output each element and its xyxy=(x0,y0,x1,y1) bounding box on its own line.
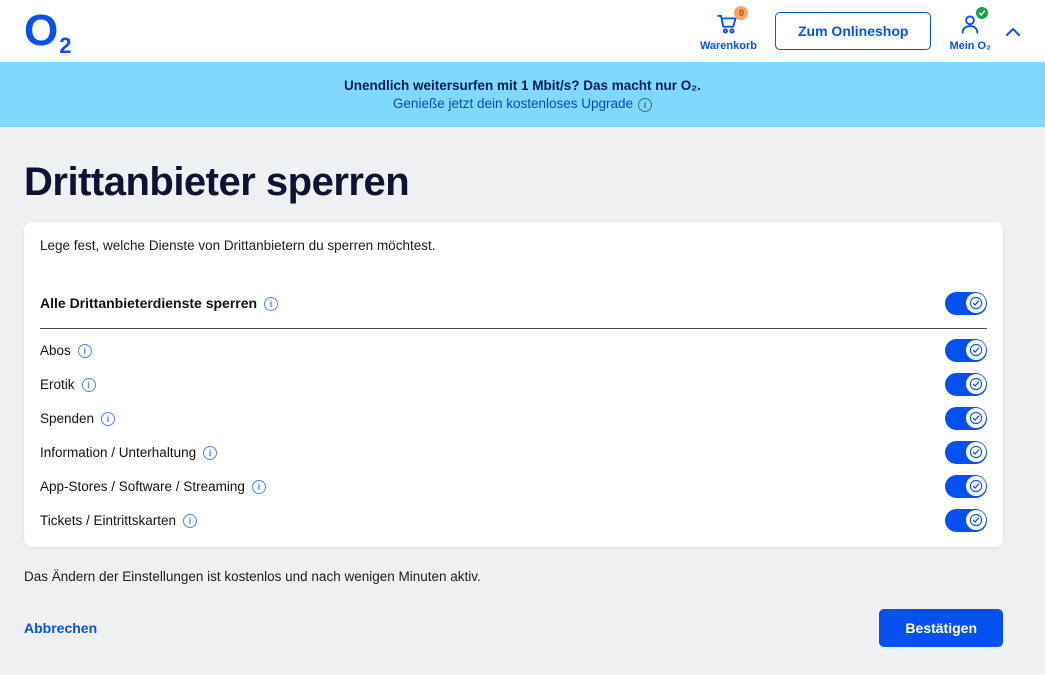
info-icon[interactable]: i xyxy=(264,297,279,311)
category-row: Abos i xyxy=(40,333,987,367)
onlineshop-button[interactable]: Zum Onlineshop xyxy=(774,12,932,50)
info-icon[interactable]: i xyxy=(638,97,653,112)
toggle-knob xyxy=(965,510,986,530)
category-label: Spenden i xyxy=(40,410,116,426)
info-icon[interactable]: i xyxy=(251,480,266,494)
category-toggle-switch[interactable] xyxy=(945,372,987,396)
note-text: Das Ändern der Einstellungen ist kostenl… xyxy=(24,569,481,584)
page-title: Drittanbieter sperren xyxy=(24,160,410,204)
cart-button[interactable]: 0 Warenkorb xyxy=(699,5,757,52)
category-label: Abos i xyxy=(40,343,92,358)
master-label-text: Alle Drittanbieterdienste sperren xyxy=(40,295,258,311)
cart-label: Warenkorb xyxy=(699,39,757,52)
category-toggle-switch[interactable] xyxy=(945,508,987,532)
cart-badge: 0 xyxy=(734,5,749,20)
info-icon[interactable]: i xyxy=(81,378,96,392)
category-label-text: App-Stores / Software / Streaming xyxy=(40,478,245,494)
logo-subscript: 2 xyxy=(59,33,72,58)
category-label-text: Abos xyxy=(40,342,71,358)
category-row: App-Stores / Software / Streaming i xyxy=(40,469,987,503)
action-bar: Abbrechen Bestätigen xyxy=(24,609,1003,647)
o2-logo[interactable]: O2 xyxy=(24,6,71,57)
divider xyxy=(40,328,987,329)
category-label: Erotik i xyxy=(40,377,96,392)
user-icon xyxy=(957,6,989,37)
info-icon[interactable]: i xyxy=(101,412,116,426)
cart-icon: 0 xyxy=(715,5,749,37)
category-toggle-switch[interactable] xyxy=(945,406,987,430)
banner-upgrade-link[interactable]: Genieße jetzt dein kostenloses Upgrade i xyxy=(392,96,653,112)
toggle-knob xyxy=(965,476,986,496)
category-toggle-switch[interactable] xyxy=(945,440,987,464)
category-label-text: Erotik xyxy=(40,376,75,392)
account-button[interactable]: Mein O₂ xyxy=(949,6,991,52)
banner-headline: Unendlich weitersurfen mit 1 Mbit/s? Das… xyxy=(343,78,702,93)
category-row: Spenden i xyxy=(40,401,987,435)
category-label: App-Stores / Software / Streaming i xyxy=(40,479,266,494)
confirm-button[interactable]: Bestätigen xyxy=(879,609,1003,647)
header-actions: 0 Warenkorb Zum Onlineshop Mein O₂ xyxy=(699,5,1021,52)
toggle-knob xyxy=(965,442,986,462)
category-toggle-switch[interactable] xyxy=(945,474,987,498)
main-content: Drittanbieter sperren Lege fest, welche … xyxy=(0,127,1045,647)
banner-link-text: Genieße jetzt dein kostenloses Upgrade xyxy=(392,96,634,111)
settings-card: Lege fest, welche Dienste von Drittanbie… xyxy=(24,222,1003,547)
category-row: Tickets / Eintrittskarten i xyxy=(40,503,987,537)
info-icon[interactable]: i xyxy=(77,344,92,358)
toggle-knob xyxy=(965,340,986,360)
info-icon[interactable]: i xyxy=(183,514,198,528)
category-toggle-switch[interactable] xyxy=(945,338,987,362)
account-label: Mein O₂ xyxy=(949,39,991,52)
category-row: Information / Unterhaltung i xyxy=(40,435,987,469)
toggle-knob xyxy=(965,374,986,394)
cancel-link[interactable]: Abbrechen xyxy=(24,620,97,636)
chevron-up-icon[interactable] xyxy=(1005,25,1021,37)
logo-letter: O xyxy=(24,6,59,55)
toggle-knob xyxy=(965,408,986,428)
category-list: Abos i Erotik i Spenden i Information / … xyxy=(40,333,987,537)
promo-banner: Unendlich weitersurfen mit 1 Mbit/s? Das… xyxy=(0,62,1045,127)
top-header: O2 0 Warenkorb Zum Onlineshop Mein O₂ xyxy=(0,0,1045,62)
category-label: Information / Unterhaltung i xyxy=(40,444,218,460)
loggedin-check-badge xyxy=(976,6,989,19)
master-toggle-label: Alle Drittanbieterdienste sperren i xyxy=(40,295,279,311)
master-toggle-row: Alle Drittanbieterdienste sperren i xyxy=(40,286,987,320)
info-icon[interactable]: i xyxy=(203,446,218,460)
intro-text: Lege fest, welche Dienste von Drittanbie… xyxy=(40,238,436,253)
category-label-text: Spenden xyxy=(40,410,95,426)
category-label: Tickets / Eintrittskarten i xyxy=(40,512,198,528)
toggle-knob xyxy=(965,293,986,313)
category-row: Erotik i xyxy=(40,367,987,401)
category-label-text: Tickets / Eintrittskarten xyxy=(40,512,177,528)
master-toggle-switch[interactable] xyxy=(945,291,987,315)
category-label-text: Information / Unterhaltung xyxy=(40,444,197,460)
